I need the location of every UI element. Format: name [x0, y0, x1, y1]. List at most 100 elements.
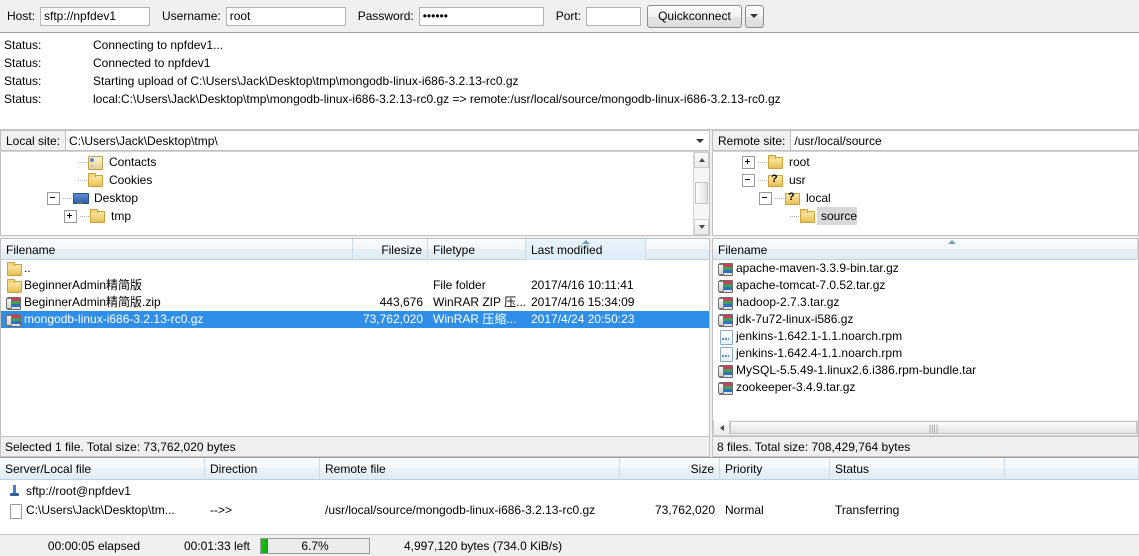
- cell-filetype: WinRAR ZIP 压...: [428, 294, 526, 311]
- file-row[interactable]: hadoop-2.7.3.tar.gz: [713, 294, 1138, 311]
- tree-node-contacts[interactable]: Contacts: [1, 153, 693, 171]
- message-log[interactable]: Status: Connecting to npfdev1... Status: Co…: [0, 32, 1139, 130]
- progress-bar: 6.7%: [260, 537, 370, 554]
- cell-filetype: File folder: [428, 277, 526, 294]
- cell-filetype: [428, 260, 526, 277]
- file-row[interactable]: BeginnerAdmin精简版 File folder 2017/4/16 10:…: [1, 277, 709, 294]
- queue-column-header-priority[interactable]: Priority: [720, 458, 830, 479]
- quickconnect-dropdown-button[interactable]: [744, 4, 764, 28]
- remote-horizontal-scrollbar[interactable]: ||||: [713, 420, 1138, 436]
- tree-node-cookies[interactable]: Cookies: [1, 171, 693, 189]
- scroll-thumb[interactable]: ||||: [730, 421, 1137, 434]
- queue-rows[interactable]: sftp://root@npfdev1 C:\Users\Jack\Desktop…: [0, 480, 1139, 534]
- file-name-label: hadoop-2.7.3.tar.gz: [736, 295, 840, 309]
- tree-node-root[interactable]: root: [713, 153, 1138, 171]
- queue-cell-label: /usr/local/source/mongodb-linux-i686-3.2…: [325, 503, 596, 517]
- collapse-icon[interactable]: [47, 191, 60, 205]
- local-file-list[interactable]: Filename Filesize Filetype Last modified ..…: [0, 238, 710, 437]
- collapse-icon[interactable]: [759, 191, 772, 205]
- cell-filename: hadoop-2.7.3.tar.gz: [713, 294, 1138, 311]
- queue-column-headers[interactable]: Server/Local file Direction Remote file Siz…: [0, 458, 1139, 480]
- cell-label: 2017/4/16 15:34:09: [531, 295, 635, 309]
- remote-file-list[interactable]: Filename apache-maven-3.3.9-bin.tar.gz ap…: [712, 238, 1139, 437]
- queue-cell-direction: -->>: [205, 501, 320, 520]
- cell-filename: zookeeper-3.4.9.tar.gz: [713, 379, 1138, 396]
- local-site-dropdown[interactable]: [693, 131, 707, 150]
- file-row[interactable]: jenkins-1.642.4-1.1.noarch.rpm: [713, 345, 1138, 362]
- quickconnect-button[interactable]: Quickconnect: [647, 4, 742, 28]
- tree-node-usr[interactable]: usr: [713, 171, 1138, 189]
- column-header-label: Filesize: [381, 242, 422, 257]
- scroll-up-button[interactable]: [694, 152, 709, 168]
- local-site-combo[interactable]: C:\Users\Jack\Desktop\tmp\: [65, 130, 710, 151]
- column-header-filesize[interactable]: Filesize: [353, 239, 428, 260]
- file-name-label: zookeeper-3.4.9.tar.gz: [736, 380, 856, 394]
- local-directory-tree[interactable]: Contacts Cookies Desktop tmp: [0, 152, 710, 236]
- local-column-headers[interactable]: Filename Filesize Filetype Last modified: [1, 239, 709, 260]
- queue-column-header-serverlocal[interactable]: Server/Local file: [0, 458, 205, 479]
- file-row[interactable]: apache-maven-3.3.9-bin.tar.gz: [713, 260, 1138, 277]
- collapse-icon[interactable]: [742, 173, 755, 187]
- chevron-down-icon: [698, 225, 705, 229]
- tree-node-desktop[interactable]: Desktop: [1, 189, 693, 207]
- host-input[interactable]: [40, 6, 151, 26]
- file-row[interactable]: mongodb-linux-i686-3.2.13-rc0.gz 73,762,0…: [1, 311, 709, 328]
- column-header-modified[interactable]: Last modified: [526, 239, 646, 260]
- remote-directory-tree[interactable]: root usrlocal source: [712, 152, 1139, 236]
- file-row[interactable]: jdk-7u72-linux-i586.gz: [713, 311, 1138, 328]
- file-row[interactable]: zookeeper-3.4.9.tar.gz: [713, 379, 1138, 396]
- queue-server-row[interactable]: sftp://root@npfdev1: [0, 482, 1139, 501]
- chevron-down-icon: [696, 138, 704, 143]
- queue-column-header-size[interactable]: Size: [620, 458, 720, 479]
- remote-site-combo[interactable]: /usr/local/source: [790, 130, 1139, 151]
- parent-folder-icon: [6, 261, 22, 276]
- tree-node-label: Cookies: [109, 173, 153, 187]
- column-header-filename[interactable]: Filename: [1, 239, 353, 260]
- time-left: 00:01:33 left: [183, 538, 250, 553]
- log-text: local:C:\Users\Jack\Desktop\tmp\mongodb-…: [93, 92, 781, 106]
- log-row: Status: Connecting to npfdev1...: [0, 36, 1139, 54]
- scroll-thumb[interactable]: [695, 182, 708, 204]
- expand-icon[interactable]: [742, 155, 755, 169]
- local-tree-scrollbar[interactable]: [693, 152, 709, 235]
- tree-line: [790, 215, 799, 217]
- cell-label: File folder: [433, 278, 486, 292]
- cell-filename: MySQL-5.5.49-1.linux2.6.i386.rpm-bundle.…: [713, 362, 1138, 379]
- chevron-down-icon: [750, 14, 759, 18]
- file-row[interactable]: MySQL-5.5.49-1.linux2.6.i386.rpm-bundle.…: [713, 362, 1138, 379]
- queue-column-header-direction[interactable]: Direction: [205, 458, 320, 479]
- column-header-label: Filename: [718, 242, 768, 257]
- column-header-filetype[interactable]: Filetype: [428, 239, 526, 260]
- scroll-down-button[interactable]: [694, 219, 709, 235]
- file-row[interactable]: apache-tomcat-7.0.52.tar.gz: [713, 277, 1138, 294]
- queue-cell-status: Transferring: [830, 501, 1005, 520]
- username-input[interactable]: [225, 6, 346, 26]
- tree-line: [78, 179, 87, 181]
- queue-cell-serverlocal: C:\Users\Jack\Desktop\tm...: [0, 501, 205, 520]
- queue-item-row[interactable]: C:\Users\Jack\Desktop\tm... -->> /usr/loca…: [0, 501, 1139, 520]
- tree-node-local[interactable]: local: [713, 189, 1138, 207]
- queue-column-header-remotefile[interactable]: Remote file: [320, 458, 620, 479]
- folder-icon: [6, 278, 22, 293]
- column-header-label: Last modified: [531, 242, 603, 257]
- file-row[interactable]: jenkins-1.642.1-1.1.noarch.rpm: [713, 328, 1138, 345]
- file-row[interactable]: BeginnerAdmin精简版.zip 443,676 WinRAR ZIP 压.…: [1, 294, 709, 311]
- expand-icon[interactable]: [64, 209, 77, 223]
- remote-file-rows[interactable]: apache-maven-3.3.9-bin.tar.gz apache-tomc…: [713, 260, 1138, 420]
- port-input[interactable]: [586, 6, 642, 26]
- local-file-rows[interactable]: .. BeginnerAdmin精简版 File folder 2017/4/16 1…: [1, 260, 709, 436]
- scroll-track[interactable]: [694, 168, 709, 219]
- local-site-label: Local site:: [0, 130, 66, 151]
- queue-column-header-status[interactable]: Status: [830, 458, 1005, 479]
- column-header-filename[interactable]: Filename: [713, 239, 1138, 260]
- file-name-cell: apache-tomcat-7.0.52.tar.gz: [718, 277, 885, 294]
- scroll-left-button[interactable]: [714, 420, 730, 435]
- tree-node-tmp[interactable]: tmp: [1, 207, 693, 225]
- file-name-cell: hadoop-2.7.3.tar.gz: [718, 294, 839, 311]
- cell-filesize: [353, 277, 428, 294]
- password-input[interactable]: [418, 6, 544, 26]
- file-row[interactable]: ..: [1, 260, 709, 277]
- tree-node-source[interactable]: source: [713, 207, 1138, 225]
- remote-column-headers[interactable]: Filename: [713, 239, 1138, 260]
- scroll-track[interactable]: ||||: [730, 420, 1137, 435]
